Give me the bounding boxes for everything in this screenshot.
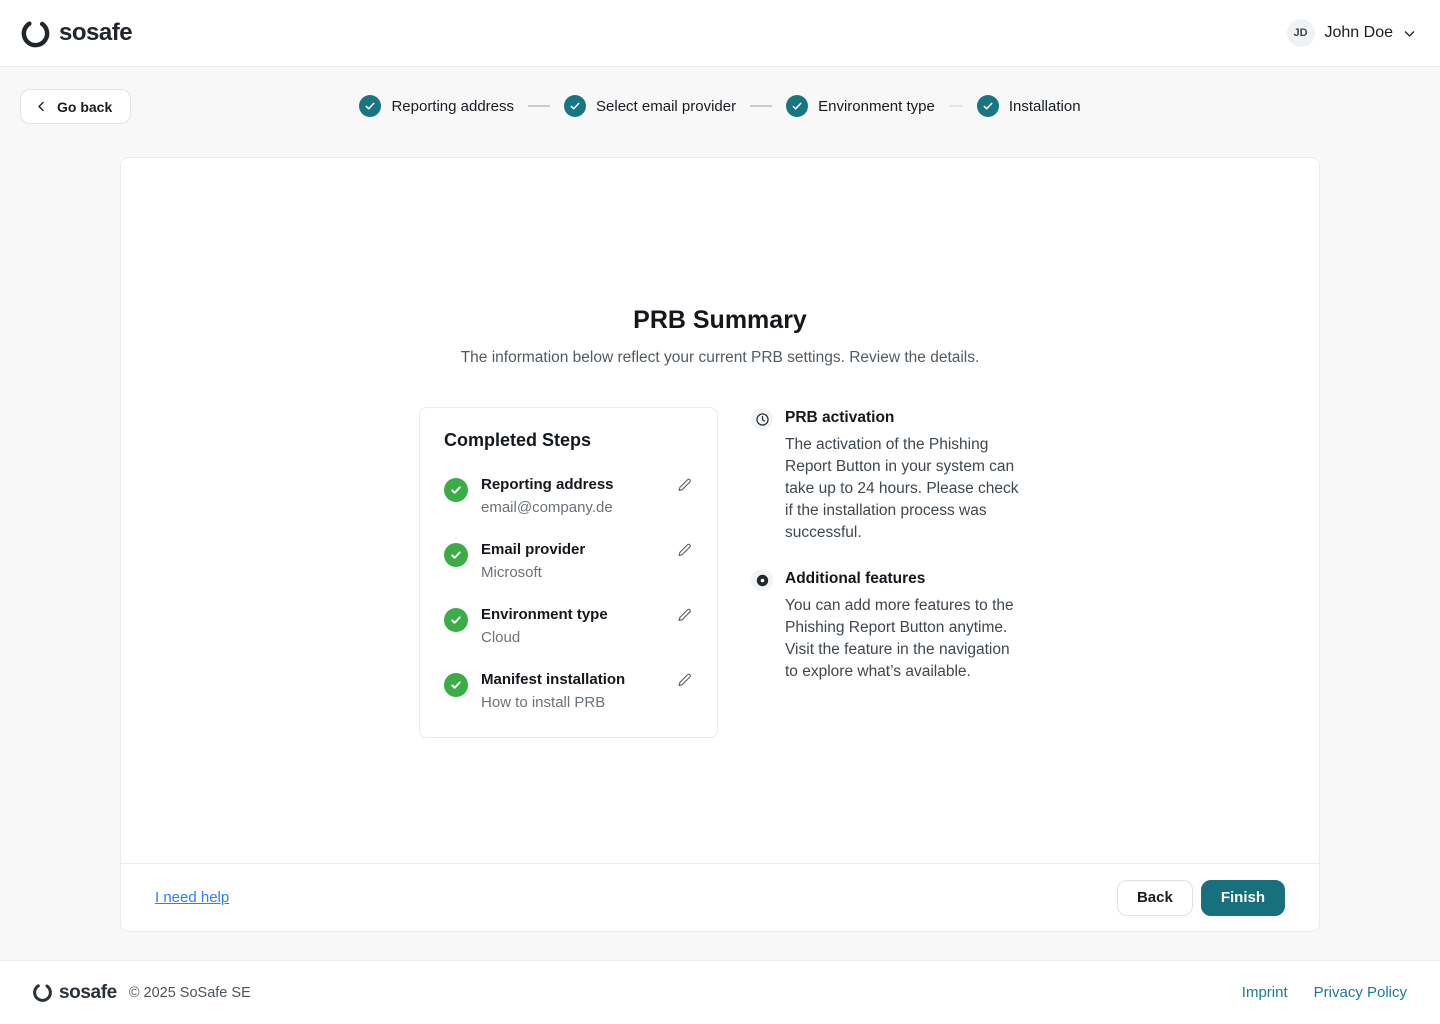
completed-step-row: Reporting address email@company.de [444,476,693,516]
step-installation[interactable]: Installation [977,95,1081,117]
completed-step-label: Environment type [481,606,662,623]
step-connector [949,105,963,107]
completed-steps-title: Completed Steps [444,430,693,451]
finish-button[interactable]: Finish [1201,880,1285,916]
avatar: JD [1287,19,1315,47]
edit-pencil-icon[interactable] [675,542,693,560]
completed-step-value: Cloud [481,629,662,646]
completed-step-label: Manifest installation [481,671,662,688]
step-connector [528,105,550,107]
sosafe-logo[interactable]: sosafe [20,18,132,49]
info-text: You can add more features to the Phishin… [785,595,1023,683]
info-item-prb-activation: PRB activation The activation of the Phi… [751,409,1021,544]
completed-steps-card: Completed Steps Reporting address email@… [419,407,718,738]
target-icon [751,569,773,591]
user-name: John Doe [1325,24,1394,42]
copyright: © 2025 SoSafe SE [129,985,251,1001]
info-title: Additional features [785,570,1023,588]
page-title: PRB Summary [121,306,1319,335]
step-check-icon [977,95,999,117]
brand-name: sosafe [59,19,132,47]
green-check-icon [444,673,468,697]
page-footer: sosafe © 2025 SoSafe SE Imprint Privacy … [0,960,1440,1024]
step-reporting-address[interactable]: Reporting address [359,95,514,117]
completed-step-label: Email provider [481,541,662,558]
footer-brand-name: sosafe [59,982,117,1004]
step-check-icon [564,95,586,117]
info-column: PRB activation The activation of the Phi… [751,407,1021,738]
imprint-link[interactable]: Imprint [1242,984,1288,1001]
sosafe-logo-icon [32,982,53,1003]
step-connector [750,105,772,107]
green-check-icon [444,608,468,632]
step-check-icon [359,95,381,117]
card-footer: I need help Back Finish [121,863,1319,931]
back-button[interactable]: Back [1117,880,1193,916]
completed-step-label: Reporting address [481,476,662,493]
edit-pencil-icon[interactable] [675,607,693,625]
green-check-icon [444,478,468,502]
completed-step-value: How to install PRB [481,694,662,711]
app-header: sosafe JD John Doe [0,0,1440,67]
step-label: Select email provider [596,98,736,115]
privacy-policy-link[interactable]: Privacy Policy [1314,984,1407,1001]
page-subtitle: The information below reflect your curre… [121,349,1319,367]
wizard-stepper: Reporting address Select email provider … [0,67,1440,145]
clock-icon [751,408,773,430]
user-menu[interactable]: JD John Doe [1287,19,1417,47]
summary-card: PRB Summary The information below reflec… [120,157,1320,932]
footer-sosafe-logo: sosafe [32,982,117,1004]
info-text: The activation of the Phishing Report Bu… [785,434,1023,544]
step-environment-type[interactable]: Environment type [786,95,935,117]
edit-pencil-icon[interactable] [675,672,693,690]
completed-step-row: Environment type Cloud [444,606,693,646]
completed-step-row: Manifest installation How to install PRB [444,671,693,711]
edit-pencil-icon[interactable] [675,477,693,495]
step-select-email-provider[interactable]: Select email provider [564,95,736,117]
help-link[interactable]: I need help [155,889,229,906]
step-check-icon [786,95,808,117]
step-label: Environment type [818,98,935,115]
info-title: PRB activation [785,409,1023,427]
completed-step-row: Email provider Microsoft [444,541,693,581]
green-check-icon [444,543,468,567]
step-label: Installation [1009,98,1081,115]
completed-step-value: email@company.de [481,499,662,516]
sosafe-logo-icon [20,18,51,49]
step-label: Reporting address [391,98,514,115]
completed-step-value: Microsoft [481,564,662,581]
subnav: Go back Reporting address Select email p… [0,67,1440,145]
chevron-down-icon [1403,27,1416,40]
info-item-additional-features: Additional features You can add more fea… [751,570,1021,683]
